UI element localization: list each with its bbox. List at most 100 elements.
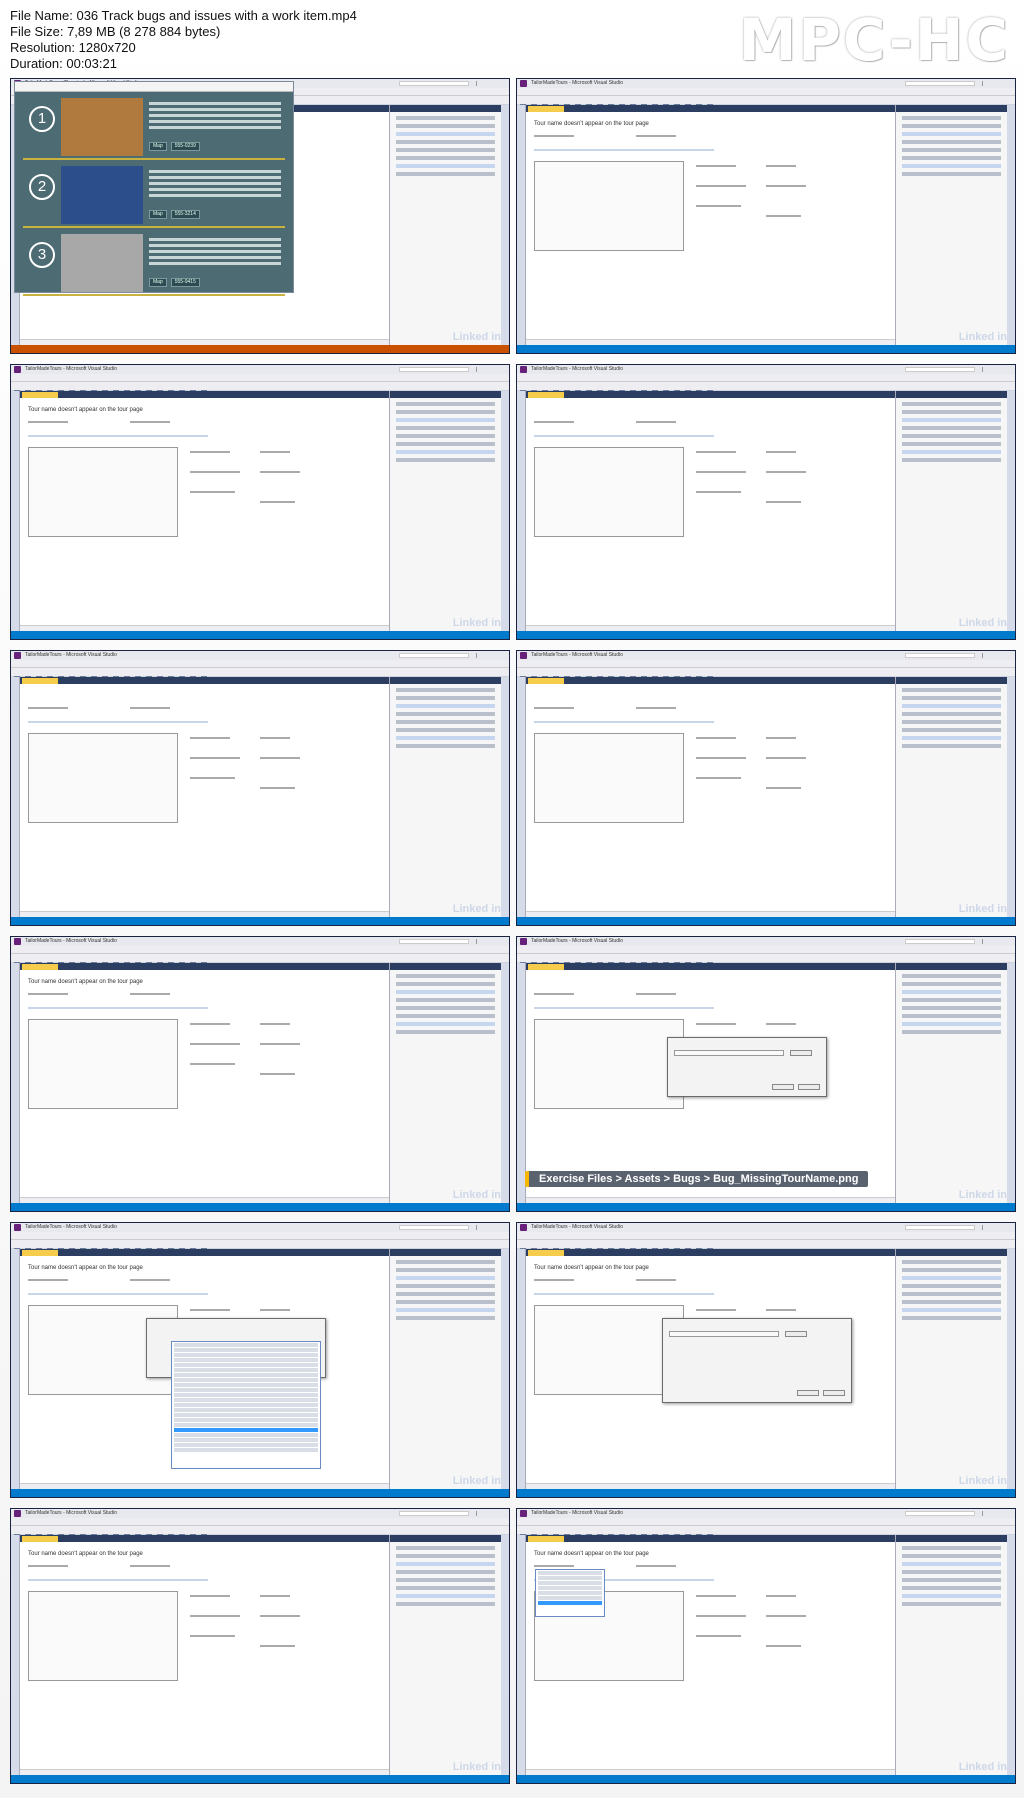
right-tool-strip[interactable] xyxy=(1007,1535,1015,1775)
menu-bar[interactable] xyxy=(11,660,509,673)
right-tool-strip[interactable] xyxy=(1007,391,1015,631)
document-tabs[interactable] xyxy=(20,391,389,398)
toolbar[interactable] xyxy=(517,1240,1015,1253)
menu-bar[interactable] xyxy=(517,374,1015,387)
quick-launch-input[interactable] xyxy=(905,81,975,86)
quick-launch-input[interactable] xyxy=(905,1225,975,1230)
work-items-panel[interactable] xyxy=(895,677,1007,917)
work-item-title[interactable]: Tour name doesn't appear on the tour pag… xyxy=(534,1551,649,1557)
document-tabs[interactable] xyxy=(20,1535,389,1542)
left-tool-strip[interactable] xyxy=(517,1249,526,1489)
menu-bar[interactable] xyxy=(517,88,1015,101)
quick-launch-input[interactable] xyxy=(905,653,975,658)
tour-list-item[interactable]: 2 Map 555-3214 xyxy=(23,164,285,228)
window-controls[interactable] xyxy=(982,81,1012,86)
document-tabs[interactable] xyxy=(20,677,389,684)
left-tool-strip[interactable] xyxy=(11,1249,20,1489)
quick-launch-input[interactable] xyxy=(399,939,469,944)
left-tool-strip[interactable] xyxy=(11,677,20,917)
running-app-window[interactable]: 1 Map 555-0239 2 Map 555-3214 3 Map 555-9415 xyxy=(14,81,294,296)
right-tool-strip[interactable] xyxy=(501,963,509,1203)
menu-bar[interactable] xyxy=(11,946,509,959)
right-tool-strip[interactable] xyxy=(501,1535,509,1775)
work-item-title[interactable]: Tour name doesn't appear on the tour pag… xyxy=(28,1551,143,1557)
document-tabs[interactable] xyxy=(526,105,895,112)
work-items-panel[interactable] xyxy=(389,1249,501,1489)
menu-bar[interactable] xyxy=(11,1232,509,1245)
quick-launch-input[interactable] xyxy=(905,939,975,944)
work-items-panel[interactable] xyxy=(895,1249,1007,1489)
menu-bar[interactable] xyxy=(517,946,1015,959)
document-tabs[interactable] xyxy=(526,391,895,398)
toolbar[interactable] xyxy=(11,1240,509,1253)
tour-list[interactable]: 1 Map 555-0239 2 Map 555-3214 3 Map 555-9415 xyxy=(15,92,293,296)
left-tool-strip[interactable] xyxy=(517,677,526,917)
toolbar[interactable] xyxy=(11,382,509,395)
document-tabs[interactable] xyxy=(20,1249,389,1256)
document-tabs[interactable] xyxy=(526,677,895,684)
work-item-tab[interactable] xyxy=(528,678,564,684)
work-item-title[interactable]: Tour name doesn't appear on the tour pag… xyxy=(28,407,143,413)
window-controls[interactable] xyxy=(982,653,1012,658)
quick-launch-input[interactable] xyxy=(905,367,975,372)
work-item-tab[interactable] xyxy=(528,392,564,398)
app-title-bar[interactable] xyxy=(15,82,293,92)
work-item-tab[interactable] xyxy=(528,1250,564,1256)
work-items-panel[interactable] xyxy=(389,963,501,1203)
cancel-button[interactable] xyxy=(798,1084,820,1090)
work-item-tab[interactable] xyxy=(528,964,564,970)
right-tool-strip[interactable] xyxy=(1007,105,1015,345)
right-tool-strip[interactable] xyxy=(501,677,509,917)
work-items-panel[interactable] xyxy=(895,1535,1007,1775)
toolbar[interactable] xyxy=(517,668,1015,681)
work-items-panel[interactable] xyxy=(389,677,501,917)
ok-button[interactable] xyxy=(797,1390,819,1396)
link-type-dropdown[interactable] xyxy=(171,1341,321,1469)
right-tool-strip[interactable] xyxy=(1007,677,1015,917)
repro-steps-field[interactable] xyxy=(28,1591,178,1681)
map-button[interactable]: Map xyxy=(149,142,167,151)
browse-button[interactable] xyxy=(785,1331,807,1337)
work-item-tab[interactable] xyxy=(528,106,564,112)
menu-bar[interactable] xyxy=(517,660,1015,673)
left-tool-strip[interactable] xyxy=(517,963,526,1203)
work-item-tab[interactable] xyxy=(22,1536,58,1542)
left-tool-strip[interactable] xyxy=(517,1535,526,1775)
right-tool-strip[interactable] xyxy=(1007,1249,1015,1489)
phone-button[interactable]: 555-0239 xyxy=(170,142,200,151)
window-controls[interactable] xyxy=(982,939,1012,944)
repro-steps-field[interactable] xyxy=(534,447,684,537)
window-controls[interactable] xyxy=(476,1511,506,1516)
left-tool-strip[interactable] xyxy=(11,1535,20,1775)
phone-button[interactable]: 555-3214 xyxy=(170,210,200,219)
menu-bar[interactable] xyxy=(11,1518,509,1531)
state-dropdown[interactable] xyxy=(535,1569,605,1617)
repro-steps-field[interactable] xyxy=(28,733,178,823)
phone-button[interactable]: 555-9415 xyxy=(170,278,200,287)
menu-bar[interactable] xyxy=(517,1232,1015,1245)
right-tool-strip[interactable] xyxy=(501,391,509,631)
work-items-panel[interactable] xyxy=(895,391,1007,631)
window-controls[interactable] xyxy=(476,367,506,372)
work-items-panel[interactable] xyxy=(389,105,501,345)
dialog-path-field[interactable] xyxy=(674,1050,784,1056)
work-items-panel[interactable] xyxy=(895,105,1007,345)
toolbar[interactable] xyxy=(517,1526,1015,1539)
quick-launch-input[interactable] xyxy=(399,81,469,86)
work-item-title[interactable]: Tour name doesn't appear on the tour pag… xyxy=(534,121,649,127)
tour-list-item[interactable]: 1 Map 555-0239 xyxy=(23,96,285,160)
menu-bar[interactable] xyxy=(11,374,509,387)
left-tool-strip[interactable] xyxy=(517,105,526,345)
work-item-tab[interactable] xyxy=(22,1250,58,1256)
toolbar[interactable] xyxy=(11,954,509,967)
window-controls[interactable] xyxy=(982,1511,1012,1516)
toolbar[interactable] xyxy=(517,954,1015,967)
work-items-panel[interactable] xyxy=(389,1535,501,1775)
toolbar[interactable] xyxy=(11,668,509,681)
quick-launch-input[interactable] xyxy=(399,653,469,658)
window-controls[interactable] xyxy=(476,1225,506,1230)
window-controls[interactable] xyxy=(476,81,506,86)
left-tool-strip[interactable] xyxy=(11,391,20,631)
add-attachment-dialog[interactable] xyxy=(667,1037,827,1097)
quick-launch-input[interactable] xyxy=(399,1511,469,1516)
